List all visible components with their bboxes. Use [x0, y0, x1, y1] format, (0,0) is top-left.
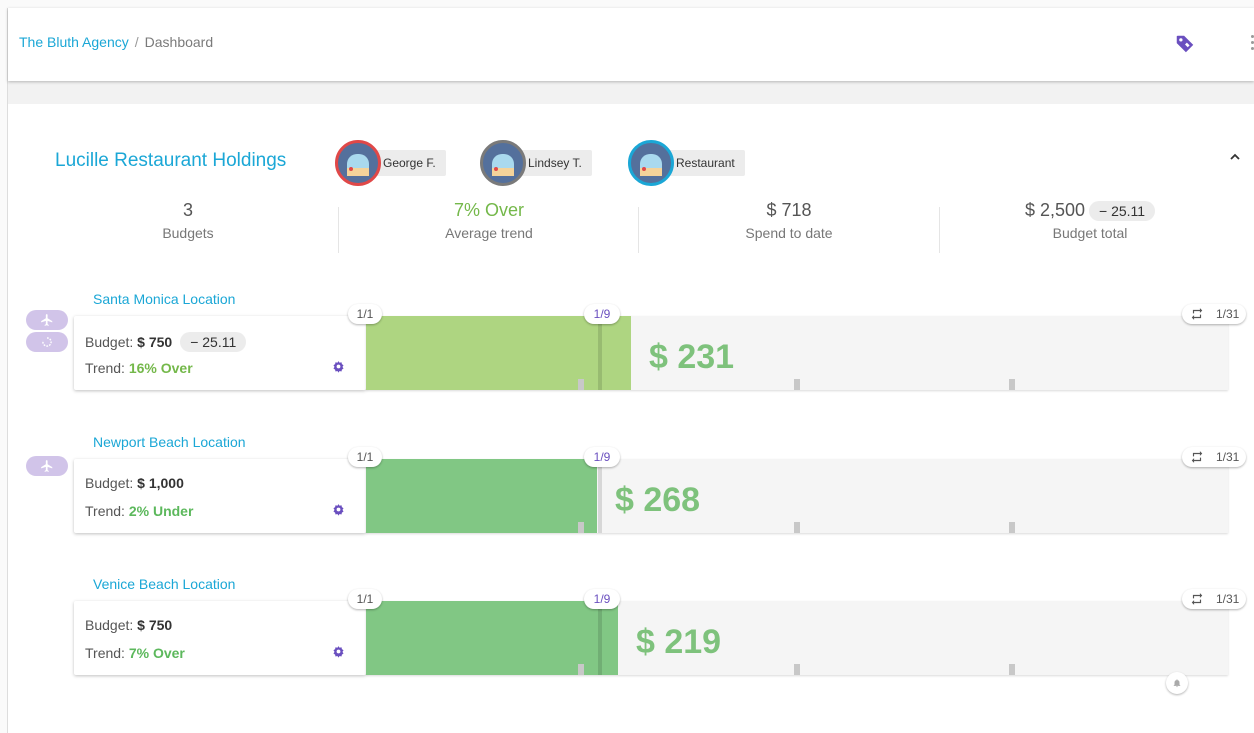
budget-line: Budget: $ 750: [85, 617, 172, 633]
week-tick: [1009, 522, 1015, 533]
trend-label: Trend:: [85, 360, 125, 376]
spend-fill: [366, 316, 631, 390]
stat-value: 3: [182, 200, 193, 220]
more-menu-icon[interactable]: [1249, 33, 1254, 53]
stat-label: Budgets: [162, 225, 214, 241]
stat-budgets: 3 Budgets: [38, 200, 338, 241]
gear-icon[interactable]: [332, 360, 345, 378]
breadcrumb-separator: /: [134, 34, 139, 50]
budget-summary: Budget: $ 1,000 Trend: 2% Under: [74, 459, 366, 533]
end-date-control[interactable]: 1/31: [1182, 447, 1246, 467]
stat-value: $ 718: [766, 200, 812, 220]
top-bar: The Bluth Agency / Dashboard: [8, 8, 1254, 81]
stat-average-trend: 7% Over Average trend: [339, 200, 639, 241]
client-card: Lucille Restaurant Holdings George F. Li…: [8, 104, 1254, 733]
budget-value: $ 750: [137, 617, 173, 633]
budget-value: $ 1,000: [137, 475, 184, 491]
trend-value: 16% Over: [128, 360, 193, 376]
trend-line: Trend: 7% Over: [85, 645, 185, 661]
spend-bar: $ 231 1/1 1/9 1/31: [348, 304, 1246, 390]
trend-line: Trend: 2% Under: [85, 503, 193, 519]
today-date-label: 1/9: [584, 304, 620, 324]
week-tick: [578, 664, 584, 675]
trend-value: 7% Over: [128, 645, 185, 661]
breadcrumb-current-page: Dashboard: [144, 34, 214, 50]
stat-value: 7% Over: [453, 200, 525, 220]
start-date-label: 1/1: [348, 304, 382, 324]
breadcrumb-agency-link[interactable]: The Bluth Agency: [19, 34, 129, 50]
avatar: [335, 140, 381, 186]
trend-value: 2% Under: [128, 503, 194, 519]
week-tick: [794, 379, 800, 390]
budget-row-newport-beach: Budget: $ 1,000 Trend: 2% Under $ 268 1/…: [74, 447, 1246, 533]
repeat-icon: [1191, 451, 1203, 463]
location-title-newport-beach[interactable]: Newport Beach Location: [93, 434, 246, 450]
airplane-icon[interactable]: [26, 310, 68, 330]
avatar: [628, 140, 674, 186]
app-frame: The Bluth Agency / Dashboard Lucille Resta…: [7, 8, 1254, 733]
week-tick: [794, 664, 800, 675]
avatar: [480, 140, 526, 186]
week-tick: [578, 522, 584, 533]
delta-badge: − 25.11: [180, 332, 247, 352]
today-date-label: 1/9: [584, 589, 620, 609]
start-date-label: 1/1: [348, 589, 382, 609]
repeat-icon: [1191, 593, 1203, 605]
end-date-control[interactable]: 1/31: [1182, 589, 1246, 609]
budget-summary: Budget: $ 750 Trend: 7% Over: [74, 601, 366, 675]
delta-badge: − 25.11: [1089, 201, 1156, 222]
gear-icon[interactable]: [332, 645, 345, 663]
location-title-venice-beach[interactable]: Venice Beach Location: [93, 576, 235, 592]
budget-line: Budget: $ 1,000: [85, 475, 184, 491]
airplane-icon[interactable]: [26, 456, 68, 476]
today-marker: [598, 459, 602, 533]
repeat-icon: [1191, 308, 1203, 320]
budget-label: Budget:: [85, 334, 134, 350]
gear-icon[interactable]: [332, 503, 345, 521]
budget-value: $ 750: [137, 334, 173, 350]
stat-budget-total: $ 2,500− 25.11 Budget total: [940, 200, 1240, 241]
budget-summary: Budget: $ 750 − 25.11 Trend: 16% Over: [74, 316, 366, 390]
spend-fill: [366, 459, 597, 533]
week-tick: [578, 379, 584, 390]
client-name: Lucille Restaurant Holdings: [55, 150, 287, 171]
budget-label: Budget:: [85, 475, 134, 491]
refresh-icon[interactable]: [26, 332, 68, 352]
stat-value: $ 2,500: [1024, 200, 1085, 220]
budget-label: Budget:: [85, 617, 134, 633]
breadcrumb: The Bluth Agency / Dashboard: [19, 34, 213, 50]
end-date-label: 1/31: [1216, 307, 1240, 321]
chevron-up-icon[interactable]: [1228, 150, 1242, 164]
week-tick: [1009, 379, 1015, 390]
spend-bar: $ 219 1/1 1/9 1/31: [348, 589, 1246, 675]
start-date-label: 1/1: [348, 447, 382, 467]
stat-label: Spend to date: [745, 225, 833, 241]
budget-row-santa-monica: Budget: $ 750 − 25.11 Trend: 16% Over $ 2…: [74, 304, 1246, 390]
bell-icon[interactable]: [1166, 672, 1188, 694]
end-date-control[interactable]: 1/31: [1182, 304, 1246, 324]
spend-amount: $ 219: [636, 623, 722, 661]
tag-icon[interactable]: [1174, 33, 1196, 55]
stat-value-wrap: $ 2,500− 25.11: [940, 200, 1240, 222]
location-title-santa-monica[interactable]: Santa Monica Location: [93, 291, 235, 307]
stat-label: Budget total: [1052, 225, 1128, 242]
trend-label: Trend:: [85, 645, 125, 661]
end-date-label: 1/31: [1216, 450, 1240, 464]
spend-bar: $ 268 1/1 1/9 1/31: [348, 447, 1246, 533]
today-date-label: 1/9: [584, 447, 620, 467]
stat-label: Average trend: [445, 225, 533, 241]
week-tick: [1009, 664, 1015, 675]
today-marker: [598, 601, 602, 675]
page-gutter: [8, 81, 1254, 104]
trend-line: Trend: 16% Over: [85, 360, 193, 376]
stat-spend-to-date: $ 718 Spend to date: [639, 200, 939, 241]
budget-line: Budget: $ 750 − 25.11: [85, 332, 247, 352]
today-marker: [598, 316, 602, 390]
end-date-label: 1/31: [1216, 592, 1240, 606]
budget-row-venice-beach: Budget: $ 750 Trend: 7% Over $ 219 1/1 1…: [74, 589, 1246, 675]
spend-amount: $ 231: [649, 338, 735, 376]
trend-label: Trend:: [85, 503, 125, 519]
spend-amount: $ 268: [615, 481, 701, 519]
week-tick: [794, 522, 800, 533]
